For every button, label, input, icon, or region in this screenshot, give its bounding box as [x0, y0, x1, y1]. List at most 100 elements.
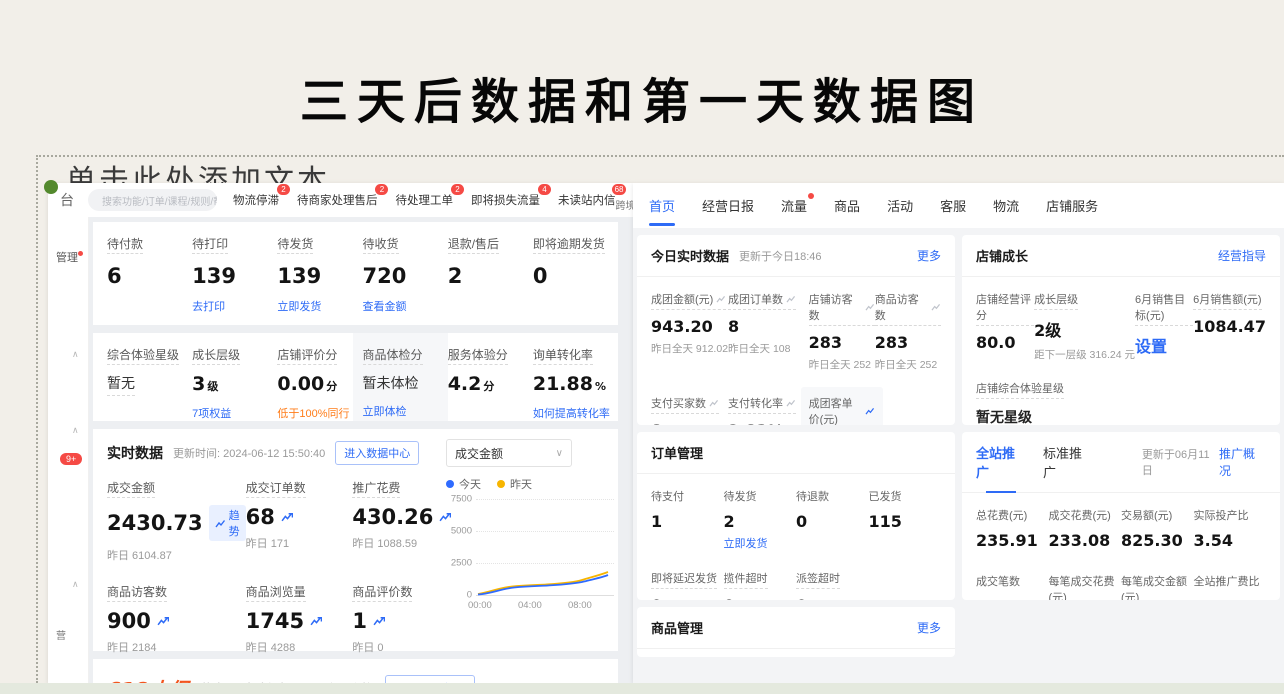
collapse-icon[interactable]: ∧	[72, 349, 79, 360]
nav-logistics[interactable]: 物流	[993, 196, 1019, 215]
trend-icon[interactable]	[157, 616, 169, 626]
nav-products[interactable]: 商品	[834, 196, 860, 215]
trend-icon[interactable]	[281, 512, 293, 522]
nav-service[interactable]: 客服	[940, 196, 966, 215]
shortcut-traffic-loss[interactable]: 即将损失流量4	[471, 192, 540, 208]
sidebar-item-partial[interactable]: 营	[56, 627, 66, 642]
stat-sales-target: 6月销售目标(元)设置	[1135, 290, 1193, 362]
stat-refund-aftersale: 退款/售后2	[448, 235, 533, 313]
nav-daily-report[interactable]: 经营日报	[702, 196, 754, 215]
metric-select[interactable]: 成交金额 ∨	[446, 439, 572, 467]
trend-chip[interactable]: 趋势	[209, 505, 246, 541]
left-topbar: 台 搜索功能/订单/课程/规则/帮助/服务 物流停滞2 待商家处理售后2 待处理…	[48, 183, 633, 217]
notification-dot	[808, 193, 814, 199]
nav-home[interactable]: 首页	[649, 196, 675, 215]
go-print-link[interactable]: 去打印	[192, 298, 277, 314]
shop-growth-card: 店铺成长 经营指导 店铺经营评分80.0 成长层级2级距下一层级 316.24 …	[962, 235, 1280, 425]
stat-inquiry-conversion: 询单转化率21.88%如何提高转化率	[533, 346, 618, 409]
benefits-link[interactable]: 7项权益	[192, 405, 277, 421]
stat-gmv: 成交金额 2430.73趋势 昨日 6104.87	[107, 479, 246, 563]
topbar-shortcuts: 物流停滞2 待商家处理售后2 待处理工单2 即将损失流量4 未读站内信68	[233, 192, 616, 208]
more-link[interactable]: 更多	[917, 619, 941, 636]
promo-618-banner: 618大促 状态: 已完成提报 | 已入会场资格 进入618会场	[93, 659, 618, 683]
stat-growth-level: 成长层级2级距下一层级 316.24 元	[1034, 290, 1135, 362]
selection-border-left	[36, 155, 38, 683]
right-nav-bar: 首页 经营日报 流量 商品 活动 客服 物流 店铺服务	[633, 183, 1284, 228]
legend-yesterday[interactable]: 昨天	[497, 476, 532, 492]
update-time: 更新时间: 2024-06-12 15:50:40	[173, 445, 325, 461]
product-management-card: 商品管理 更多 在售中 已售数 已下架	[637, 607, 955, 657]
sidebar-badge: 9+	[60, 453, 82, 465]
stat-paying-buyers: 支付买家数8昨日全天 107	[651, 394, 728, 425]
below-peers-link[interactable]: 低于100%同行	[277, 405, 362, 421]
badge-count: 4	[538, 184, 551, 195]
slide-bottom-strip	[0, 683, 1284, 694]
stat-shipped: 已发货115	[869, 487, 942, 551]
trend-icon[interactable]	[786, 399, 796, 407]
left-dashboard-body: 管理 ∧ ∧ 9+ ∧ 营 待付款6 待打印139去打印 待发货139立即发货 …	[48, 217, 633, 683]
set-target-link[interactable]: 设置	[1135, 333, 1193, 357]
stat-ad-spend: 推广花费 430.26 昨日 1088.59	[352, 479, 459, 563]
stat-deal-spend: 成交花费(元)233.08	[1049, 506, 1122, 550]
ship-now-link[interactable]: 立即发货	[277, 298, 362, 314]
guidance-link[interactable]: 经营指导	[1218, 247, 1266, 264]
search-input[interactable]: 搜索功能/订单/课程/规则/帮助/服务	[88, 189, 217, 211]
legend-today[interactable]: 今天	[446, 476, 481, 492]
nav-activities[interactable]: 活动	[887, 196, 913, 215]
collapse-icon[interactable]: ∧	[72, 579, 79, 590]
trend-icon	[215, 519, 226, 528]
stat-group-amount: 成团金额(元)943.20昨日全天 912.02	[651, 290, 728, 372]
x-tick: 08:00	[568, 600, 592, 611]
chart-series	[476, 498, 610, 596]
left-dashboard-screenshot: 台 搜索功能/订单/课程/规则/帮助/服务 物流停滞2 待商家处理售后2 待处理…	[48, 183, 633, 683]
stat-group-orders: 成团订单数8昨日全天 108	[728, 290, 809, 372]
stat-promo-fee-ratio: 全站推广费比25.01%	[1194, 572, 1267, 600]
trend-icon[interactable]	[709, 399, 719, 407]
improve-conversion-link[interactable]: 如何提高转化率	[533, 405, 618, 421]
nav-traffic[interactable]: 流量	[781, 196, 807, 215]
enter-618-button[interactable]: 进入618会场	[385, 675, 475, 684]
promo-overview-link[interactable]: 推广概况	[1219, 445, 1266, 479]
x-tick: 04:00	[518, 600, 542, 611]
trend-icon[interactable]	[716, 295, 726, 303]
experience-stats-card: 综合体验星级暂无 成长层级3级7项权益 店铺评价分0.00分低于100%同行 商…	[93, 333, 618, 421]
left-content: 待付款6 待打印139去打印 待发货139立即发货 待收货720查看金额 退款/…	[89, 217, 633, 683]
trend-icon[interactable]	[786, 295, 796, 303]
shortcut-unread-messages[interactable]: 未读站内信68	[558, 192, 616, 208]
line-chart-plot: 7500 5000 2500 0 00:	[446, 498, 614, 626]
stat-awaiting-payment: 待支付1	[651, 487, 724, 551]
trend-icon[interactable]	[931, 303, 941, 311]
shortcut-aftersale-pending[interactable]: 待商家处理售后2	[297, 192, 378, 208]
stat-transaction-amount: 交易额(元)825.30	[1121, 506, 1194, 550]
tab-sitewide-promo[interactable]: 全站推广	[976, 443, 1027, 481]
ship-now-link[interactable]: 立即发货	[724, 535, 797, 551]
realtime-data-card: 实时数据 更新时间: 2024-06-12 15:50:40 进入数据中心 成交…	[93, 429, 618, 651]
card-title: 商品管理	[651, 618, 703, 637]
shortcut-logistics-stalled[interactable]: 物流停滞2	[233, 192, 279, 208]
trend-icon[interactable]	[373, 616, 385, 626]
stat-product-views: 商品浏览量 1745 昨日 4288	[246, 583, 353, 655]
search-placeholder: 搜索功能/订单/课程/规则/帮助/服务	[102, 193, 217, 208]
notification-dot	[78, 251, 83, 256]
view-amount-link[interactable]: 查看金额	[363, 298, 448, 314]
stat-total-spend: 总花费(元)235.91	[976, 506, 1049, 550]
sidebar-item-manage[interactable]: 管理	[56, 249, 78, 265]
shortcut-tickets-pending[interactable]: 待处理工单2	[395, 192, 453, 208]
stat-deal-count: 成交笔数7	[976, 572, 1049, 600]
more-link[interactable]: 更多	[917, 247, 941, 264]
tab-standard-promo[interactable]: 标准推广	[1043, 443, 1094, 481]
nav-shop-services[interactable]: 店铺服务	[1046, 196, 1098, 215]
trend-icon[interactable]	[865, 303, 875, 311]
trend-icon[interactable]	[310, 616, 322, 626]
stat-to-print: 待打印139去打印	[192, 235, 277, 313]
product-status-labels: 在售中 已售数 已下架	[637, 649, 955, 657]
stat-product-visitors: 商品访客数 900 昨日 2184	[107, 583, 246, 655]
collapse-icon[interactable]: ∧	[72, 425, 79, 436]
check-now-link[interactable]: 立即体检	[363, 403, 448, 419]
trend-icon[interactable]	[865, 407, 875, 415]
data-center-button[interactable]: 进入数据中心	[335, 441, 419, 465]
chart-legend: 今天 昨天	[446, 476, 614, 492]
stat-experience-star: 店铺综合体验星级 暂无星级	[962, 375, 1280, 425]
stat-to-ship: 待发货139立即发货	[277, 235, 362, 313]
page-title: 三天后数据和第一天数据图	[0, 62, 1284, 132]
